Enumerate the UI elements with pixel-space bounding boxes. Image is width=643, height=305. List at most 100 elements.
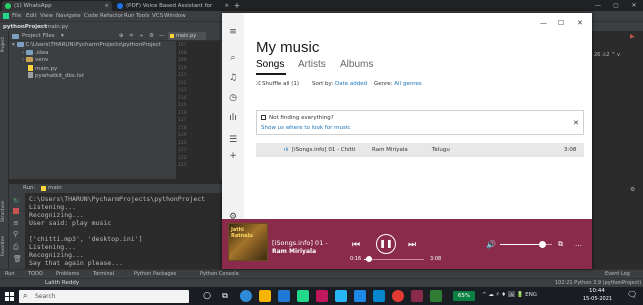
search-icon[interactable]: ⌕: [228, 53, 238, 63]
minimize-button[interactable]: —: [589, 0, 607, 11]
run-icon[interactable]: ▶: [630, 33, 635, 40]
new-tab-button[interactable]: +: [232, 0, 242, 11]
hide-icon[interactable]: —: [159, 31, 165, 41]
shuffle-all-button[interactable]: ⤮ Shuffle all (1): [256, 81, 299, 88]
menu-navigate[interactable]: Navigate: [56, 11, 81, 21]
notifications-icon[interactable]: 🗨: [627, 290, 637, 299]
genre-dropdown[interactable]: Genre: All genres: [374, 81, 422, 87]
song-row[interactable]: ılı [iSongs.info] 01 - Chitti Ram Miriya…: [256, 143, 584, 157]
volume-icon[interactable]: 🔊: [486, 240, 496, 249]
wrap-icon[interactable]: ≡: [13, 219, 19, 227]
structure-tool-tab[interactable]: Structure: [1, 201, 6, 222]
add-playlist-icon[interactable]: +: [228, 151, 238, 161]
office-icon[interactable]: [316, 290, 328, 302]
seek-knob[interactable]: [366, 256, 373, 262]
menu-edit[interactable]: Edit: [26, 11, 37, 21]
maximize-button[interactable]: ▢: [607, 0, 625, 11]
mail-icon[interactable]: [354, 290, 366, 302]
project-tool-tab[interactable]: Project: [1, 37, 6, 52]
system-tray[interactable]: ^ ☁ ⚡ ♦ 🖼 🔋 ENG: [482, 292, 537, 298]
store-icon[interactable]: [278, 290, 290, 302]
globe-icon[interactable]: ⊕: [119, 31, 124, 41]
menu-refactor[interactable]: Refactor: [100, 11, 123, 21]
tab-artists[interactable]: Artists: [298, 59, 326, 70]
task-view-icon[interactable]: ⧉: [219, 290, 231, 302]
sort-icon[interactable]: ≑: [129, 31, 134, 41]
gear-icon[interactable]: ⚙: [630, 186, 635, 193]
album-art[interactable]: Jathi Ratnalu: [228, 223, 268, 261]
delete-icon[interactable]: 🗑: [13, 255, 22, 263]
line-number: 117: [178, 118, 187, 123]
favorites-tool-tab[interactable]: Favorites: [1, 236, 6, 256]
tree-root[interactable]: ▾ C:\Users\THARUN\PycharmProjects\python…: [12, 42, 161, 49]
close-button[interactable]: ✕: [625, 0, 643, 11]
telegram-icon[interactable]: [335, 290, 347, 302]
chevron-down-icon[interactable]: ▾: [61, 31, 64, 41]
tab-songs[interactable]: Songs: [256, 59, 284, 70]
menu-vcs[interactable]: VCS: [152, 11, 163, 21]
run-config-tab[interactable]: main: [48, 184, 62, 193]
file-explorer-icon[interactable]: [259, 290, 271, 302]
menu-run[interactable]: Run: [124, 11, 135, 21]
editor-tab-main-py[interactable]: main.py: [168, 32, 206, 40]
menu-code[interactable]: Code: [84, 11, 98, 21]
print-icon[interactable]: ⎙: [13, 243, 19, 252]
whatsapp-app-icon[interactable]: [430, 290, 442, 302]
gear-icon[interactable]: ⚙: [149, 31, 154, 41]
run-console[interactable]: C:\Users\THARUN\PycharmProjects\pythonPr…: [25, 193, 222, 269]
groove-close-button[interactable]: ✕: [577, 19, 583, 27]
playlists-icon[interactable]: ☰: [228, 135, 238, 145]
tree-item-txt[interactable]: pywhatkit_dbs.txt: [28, 72, 84, 80]
stop-icon[interactable]: [13, 208, 19, 214]
groove-minimize-button[interactable]: —: [540, 19, 547, 27]
recent-icon[interactable]: ◷: [228, 93, 238, 103]
clock-date[interactable]: 15-05-2021: [583, 296, 612, 302]
groove-maximize-button[interactable]: ☐: [558, 19, 564, 27]
tree-item-idea[interactable]: › .idea: [22, 50, 48, 57]
edge-icon[interactable]: [240, 290, 252, 302]
volume-knob[interactable]: [538, 241, 546, 248]
sort-dropdown[interactable]: Sort by: Date added: [312, 81, 367, 87]
tree-item-venv[interactable]: › venv: [22, 57, 48, 64]
menu-view[interactable]: View: [40, 11, 53, 21]
pause-button[interactable]: ❚❚: [376, 234, 396, 254]
more-icon[interactable]: …: [575, 240, 582, 248]
now-playing-bars-icon: ılı: [284, 147, 289, 153]
photos-icon[interactable]: [373, 290, 385, 302]
player-bar: Jathi Ratnalu [iSongs.info] 01 - Ram Mir…: [222, 219, 592, 269]
battery-badge[interactable]: 65%: [453, 291, 475, 301]
next-icon[interactable]: ⏭: [408, 240, 416, 250]
now-playing-icon[interactable]: ılı: [228, 113, 238, 123]
cortana-icon[interactable]: ○: [201, 290, 213, 302]
menu-file[interactable]: File: [12, 11, 21, 21]
seek-bar[interactable]: [364, 256, 424, 262]
notice-link[interactable]: Show us where to look for music: [261, 125, 350, 131]
mini-player-icon[interactable]: ⧉: [558, 240, 563, 249]
browser-tab-pdf[interactable]: (PDF) Voice Based Assistant for ×: [114, 1, 232, 11]
player-track-title[interactable]: [iSongs.info] 01 -: [272, 239, 328, 247]
clock-time[interactable]: 10:44: [589, 288, 605, 294]
previous-icon[interactable]: ⏮: [352, 240, 360, 250]
browser-tab-whatsapp[interactable]: (1) WhatsApp ×: [2, 1, 112, 11]
chrome-icon[interactable]: [392, 290, 404, 302]
tab-label: (PDF) Voice Based Assistant for: [126, 3, 213, 9]
taskbar-search-box[interactable]: ⌕ Search: [19, 290, 189, 303]
expand-icon[interactable]: ÷: [139, 31, 144, 41]
hamburger-menu-icon[interactable]: ≡: [228, 27, 238, 37]
music-note-icon[interactable]: ♫: [228, 73, 238, 83]
player-artist[interactable]: Ram Miriyala: [272, 248, 316, 255]
windows-start-icon[interactable]: [5, 292, 14, 301]
close-tab-icon[interactable]: ×: [224, 1, 229, 11]
tab-albums[interactable]: Albums: [340, 59, 373, 70]
rerun-icon[interactable]: ↻: [13, 197, 19, 205]
notice-close-icon[interactable]: ✕: [573, 119, 579, 127]
menu-tools[interactable]: Tools: [136, 11, 150, 21]
volume-slider[interactable]: [500, 241, 552, 248]
menu-window[interactable]: Window: [164, 11, 186, 21]
inspection-widget[interactable]: 26 ⚠2 ^ v: [594, 52, 620, 58]
project-panel-title[interactable]: Project Files: [22, 31, 55, 41]
groove-music-icon[interactable]: [411, 290, 423, 302]
pin-icon[interactable]: ⚲: [13, 230, 18, 238]
pycharm-icon[interactable]: [297, 290, 309, 302]
close-tab-icon[interactable]: ×: [104, 1, 109, 11]
